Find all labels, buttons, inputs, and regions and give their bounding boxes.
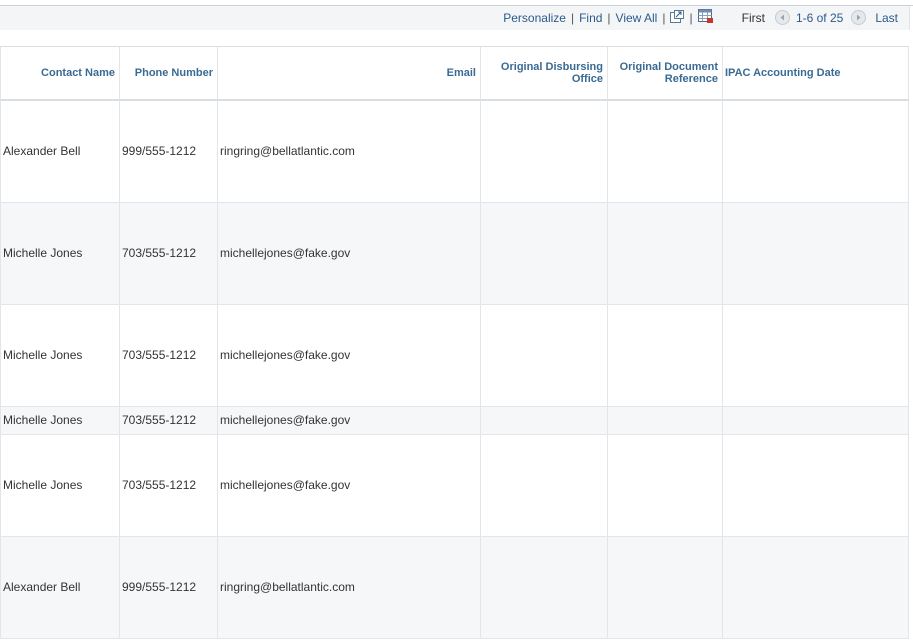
toolbar-separator: |: [570, 11, 575, 25]
disbursing-office-cell: [480, 536, 608, 639]
email-cell: ringring@bellatlantic.com: [217, 100, 481, 203]
email-cell: ringring@bellatlantic.com: [217, 536, 481, 639]
accounting-date-cell: [722, 434, 909, 537]
table-row: Michelle Jones 703/555-1212 michellejone…: [0, 434, 909, 537]
contact-name-cell: Michelle Jones: [0, 434, 120, 537]
document-reference-cell: [607, 202, 723, 305]
document-reference-cell: [607, 100, 723, 203]
disbursing-office-cell: [480, 304, 608, 407]
phone-number-cell: 703/555-1212: [119, 304, 218, 407]
phone-number-cell: 703/555-1212: [119, 434, 218, 537]
contact-name-cell: Michelle Jones: [0, 406, 120, 435]
phone-number-cell: 703/555-1212: [119, 202, 218, 305]
disbursing-office-cell: [480, 202, 608, 305]
document-reference-cell: [607, 406, 723, 435]
table-row: Michelle Jones 703/555-1212 michellejone…: [0, 202, 909, 305]
next-arrow-icon[interactable]: [851, 9, 867, 25]
last-link[interactable]: Last: [875, 11, 898, 25]
toolbar-separator: |: [662, 11, 666, 25]
personalize-link[interactable]: Personalize: [503, 11, 566, 25]
disbursing-office-cell: [480, 434, 608, 537]
table-row: Michelle Jones 703/555-1212 michellejone…: [0, 304, 909, 407]
download-spreadsheet-icon[interactable]: [697, 9, 714, 27]
new-window-icon[interactable]: [670, 10, 685, 26]
phone-number-cell: 999/555-1212: [119, 100, 218, 203]
accounting-date-cell: [722, 536, 909, 639]
previous-arrow-icon[interactable]: [774, 9, 790, 25]
accounting-date-cell: [722, 100, 909, 203]
email-cell: michellejones@fake.gov: [217, 202, 481, 305]
accounting-date-cell: [722, 406, 909, 435]
first-label: First: [741, 11, 765, 25]
document-reference-cell: [607, 434, 723, 537]
phone-number-cell: 999/555-1212: [119, 536, 218, 639]
disbursing-office-cell: [480, 100, 608, 203]
table-row: Alexander Bell 999/555-1212 ringring@bel…: [0, 536, 909, 639]
column-header-contact-name[interactable]: Contact Name: [0, 46, 120, 101]
table-row: Michelle Jones 703/555-1212 michellejone…: [0, 406, 909, 435]
column-header-ipac-accounting-date[interactable]: IPAC Accounting Date: [722, 46, 909, 101]
toolbar-separator: |: [689, 11, 693, 25]
find-link[interactable]: Find: [579, 11, 602, 25]
contact-name-cell: Alexander Bell: [0, 100, 120, 203]
document-reference-cell: [607, 304, 723, 407]
table-row: Alexander Bell 999/555-1212 ringring@bel…: [0, 100, 909, 203]
phone-number-cell: 703/555-1212: [119, 406, 218, 435]
toolbar-separator: |: [607, 11, 611, 25]
column-header-original-disbursing-office[interactable]: Original Disbursing Office: [480, 46, 608, 101]
column-header-email[interactable]: Email: [217, 46, 481, 101]
row-range-label: 1-6 of 25: [795, 11, 844, 25]
contacts-grid: Contact Name Phone Number Email Original…: [0, 46, 909, 639]
accounting-date-cell: [722, 304, 909, 407]
contact-name-cell: Alexander Bell: [0, 536, 120, 639]
email-cell: michellejones@fake.gov: [217, 304, 481, 407]
disbursing-office-cell: [480, 406, 608, 435]
view-all-link[interactable]: View All: [616, 11, 658, 25]
email-cell: michellejones@fake.gov: [217, 434, 481, 537]
contact-name-cell: Michelle Jones: [0, 304, 120, 407]
column-header-phone-number[interactable]: Phone Number: [119, 46, 218, 101]
email-cell: michellejones@fake.gov: [217, 406, 481, 435]
header-row: Contact Name Phone Number Email Original…: [0, 46, 909, 101]
contact-name-cell: Michelle Jones: [0, 202, 120, 305]
document-reference-cell: [607, 536, 723, 639]
column-header-original-document-reference[interactable]: Original Document Reference: [607, 46, 723, 101]
accounting-date-cell: [722, 202, 909, 305]
grid-toolbar: Personalize | Find | View All | | First: [0, 6, 910, 30]
